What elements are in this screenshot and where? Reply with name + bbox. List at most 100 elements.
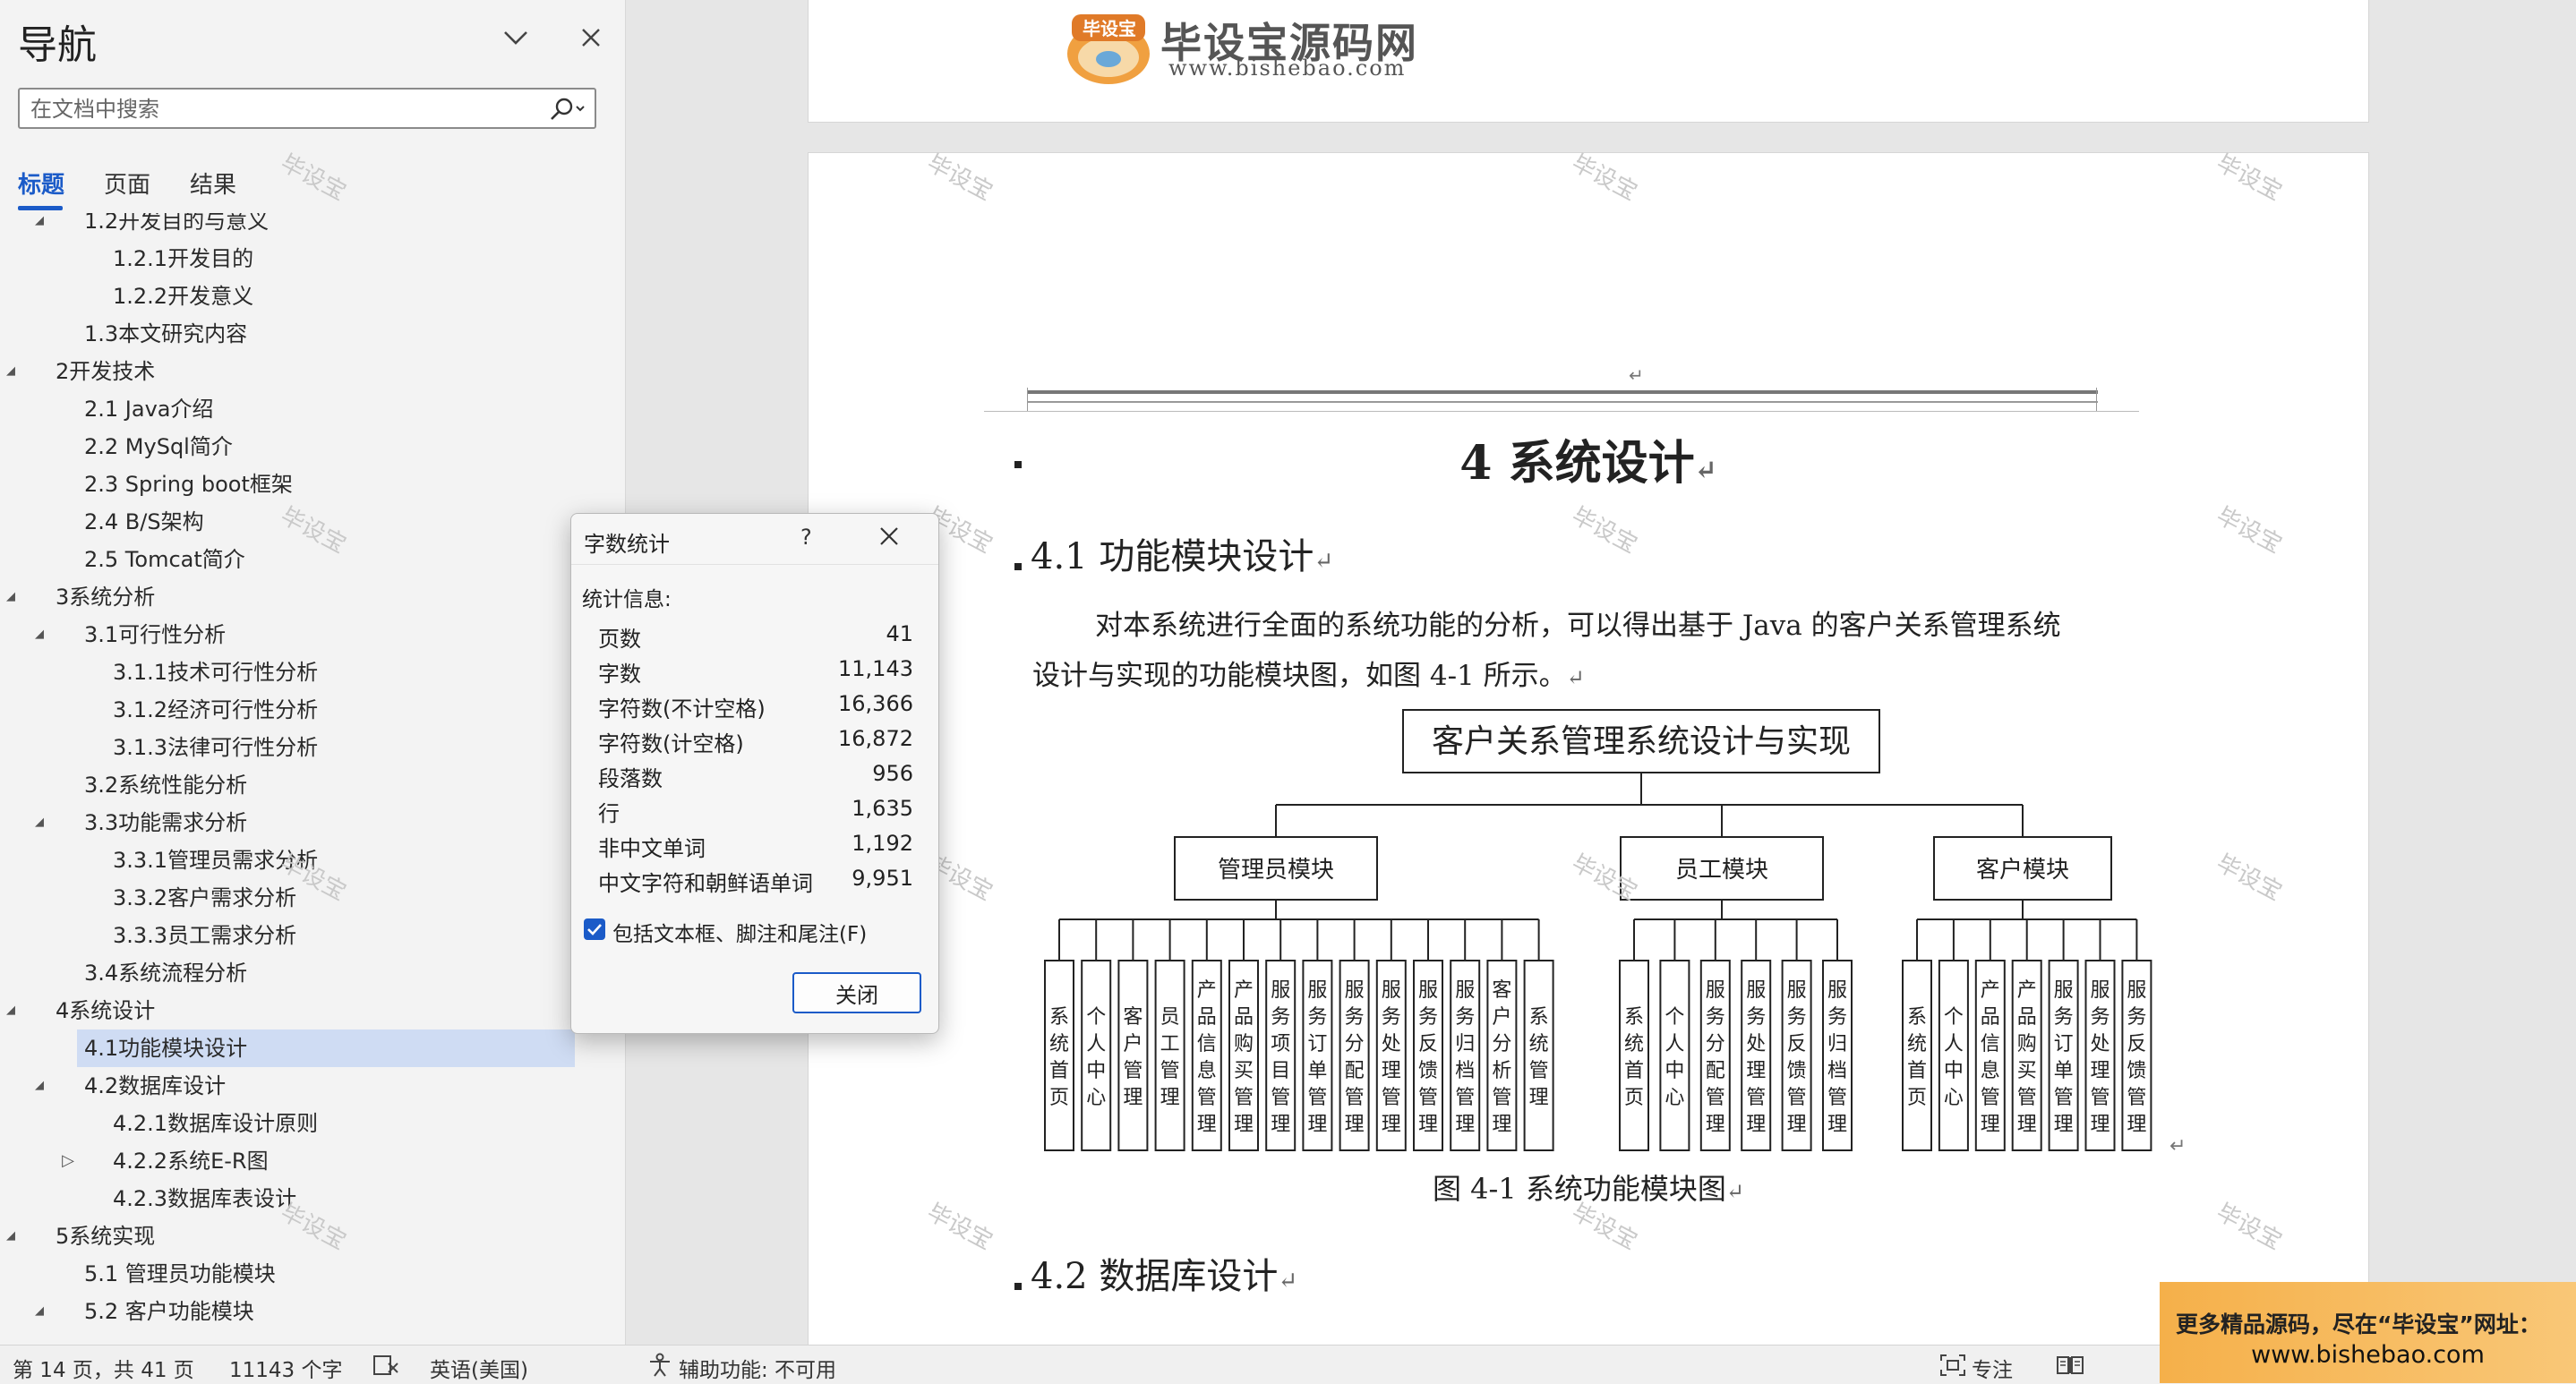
expand-triangle-icon[interactable]: ▷ <box>59 1142 77 1180</box>
previous-page: 毕设宝 毕设宝源码网 www.bishebao.com <box>808 0 2369 123</box>
tab-pages[interactable]: 页面 <box>104 167 150 200</box>
collapse-triangle-icon[interactable]: ◢ <box>2 353 20 390</box>
stat-value: 16,366 <box>838 691 913 716</box>
nav-heading-item[interactable]: ◢ 2开发技术 <box>0 353 625 390</box>
nav-heading-item[interactable]: ◢ 3.1可行性分析 <box>0 616 625 654</box>
nav-heading-label: 4.2.3数据库表设计 <box>113 1186 297 1211</box>
collapse-triangle-icon[interactable]: ◢ <box>30 616 48 654</box>
read-mode-icon[interactable] <box>2056 1354 2084 1377</box>
nav-heading-label: 2.2 MySql简介 <box>84 434 233 459</box>
stat-row: 字数 11,143 <box>598 656 913 690</box>
nav-heading-label: 4.2数据库设计 <box>84 1073 227 1098</box>
dialog-close-button[interactable]: 关闭 <box>792 972 921 1013</box>
include-textboxes-checkbox[interactable] <box>584 918 605 940</box>
nav-heading-item[interactable]: 5.1 管理员功能模块 <box>0 1255 625 1293</box>
collapse-triangle-icon[interactable]: ◢ <box>30 1067 48 1105</box>
nav-heading-label: 5.1 管理员功能模块 <box>84 1261 276 1286</box>
status-accessibility[interactable]: 辅助功能: 不可用 <box>679 1353 836 1383</box>
diagram-module-label: 管理员模块 <box>1218 857 1334 884</box>
stat-label: 中文字符和朝鲜语单词 <box>598 871 813 896</box>
logo-badge-text: 毕设宝 <box>1083 18 1136 39</box>
stat-row: 非中文单词 1,192 <box>598 831 913 865</box>
promo-banner[interactable]: 更多精品源码，尽在“毕设宝”网址： www.bishebao.com <box>2160 1282 2576 1383</box>
active-tab-indicator <box>18 206 63 210</box>
diagram-leaf-box <box>1154 960 1185 1151</box>
navigation-pane: 导航 标题 页面 结果 ◢ 1.2开发目的与意义 1.2.1开发目的 1.2.2开发意… <box>0 0 626 1345</box>
nav-heading-label: 3.1可行性分析 <box>84 622 227 647</box>
nav-heading-item[interactable]: 3.1.2经济可行性分析 <box>0 691 625 729</box>
tab-headings[interactable]: 标题 <box>18 167 64 200</box>
nav-heading-item[interactable]: 2.3 Spring boot框架 <box>0 466 625 503</box>
stat-row: 行 1,635 <box>598 796 913 830</box>
focus-icon[interactable] <box>1939 1354 1966 1377</box>
nav-heading-label: 2.3 Spring boot框架 <box>84 472 293 497</box>
heading-bullet <box>1014 1283 1022 1290</box>
nav-heading-label: 4.2.2系统E-R图 <box>113 1149 269 1174</box>
section-heading-4-2: 4.2 数据库设计↵ <box>1031 1247 1297 1299</box>
status-page-count[interactable]: 第 14 页，共 41 页 <box>13 1353 194 1383</box>
dialog-close-x-button[interactable] <box>877 525 904 551</box>
diagram-leaf-box <box>1523 960 1554 1151</box>
nav-heading-item[interactable]: ◢ 3.3功能需求分析 <box>0 804 625 842</box>
nav-heading-item[interactable]: 3.2系统性能分析 <box>0 766 625 804</box>
nav-heading-item[interactable]: 3.1.1技术可行性分析 <box>0 654 625 691</box>
nav-heading-item[interactable]: 2.2 MySql简介 <box>0 428 625 466</box>
nav-heading-label: 3.3功能需求分析 <box>84 810 248 835</box>
dialog-help-button[interactable]: ? <box>800 525 812 550</box>
nav-close-button[interactable] <box>573 20 609 56</box>
stat-row: 字符数(不计空格) 16,366 <box>598 691 913 725</box>
status-language[interactable]: 英语(美国) <box>430 1353 528 1383</box>
diagram-leaf-box <box>1044 960 1074 1151</box>
stat-value: 41 <box>886 621 913 646</box>
tab-results[interactable]: 结果 <box>190 167 236 200</box>
nav-heading-item[interactable]: 4.1功能模块设计 <box>77 1029 575 1067</box>
nav-heading-item[interactable]: 1.3本文研究内容 <box>0 315 625 353</box>
nav-heading-item[interactable]: ▷ 4.2.2系统E-R图 <box>0 1142 625 1180</box>
search-input[interactable] <box>29 93 543 125</box>
nav-heading-item[interactable]: 2.1 Java介绍 <box>0 390 625 428</box>
promo-line-1: 更多精品源码，尽在“毕设宝”网址： <box>2176 1311 2541 1337</box>
nav-heading-label: 3.1.2经济可行性分析 <box>113 697 319 722</box>
nav-heading-item[interactable]: ◢ 3系统分析 <box>0 578 625 616</box>
caption-return-mark: ↵ <box>1725 1179 1744 1204</box>
diagram-root-label: 客户关系管理系统设计与实现 <box>1432 723 1851 760</box>
nav-options-button[interactable] <box>498 20 534 56</box>
collapse-triangle-icon[interactable]: ◢ <box>2 992 20 1029</box>
nav-heading-label: 5.2 客户功能模块 <box>84 1299 254 1324</box>
nav-heading-label: 4.1功能模块设计 <box>84 1036 248 1061</box>
nav-heading-label: 5系统实现 <box>56 1224 156 1249</box>
dialog-title: 字数统计 <box>584 532 670 557</box>
nav-heading-item[interactable]: 1.2.1开发目的 <box>0 240 625 278</box>
nav-heading-label: 1.2.2开发意义 <box>113 284 254 309</box>
logo-url: www.bishebao.com <box>1168 56 1407 81</box>
stat-label: 非中文单词 <box>598 836 706 861</box>
stat-value: 11,143 <box>838 656 913 681</box>
nav-heading-label: 1.2开发目的与意义 <box>84 213 270 234</box>
search-icon[interactable] <box>546 95 586 124</box>
collapse-triangle-icon[interactable]: ◢ <box>2 578 20 616</box>
nav-heading-item[interactable]: 1.2.2开发意义 <box>0 278 625 315</box>
nav-heading-label: 2.1 Java介绍 <box>84 397 214 422</box>
stat-label: 字符数(不计空格) <box>598 696 766 722</box>
collapse-triangle-icon[interactable]: ◢ <box>30 1293 48 1330</box>
status-word-count[interactable]: 11143 个字 <box>229 1353 342 1383</box>
collapse-triangle-icon[interactable]: ◢ <box>30 804 48 842</box>
heading-tree: ◢ 1.2开发目的与意义 1.2.1开发目的 1.2.2开发意义 1.3本文研究内容 ◢ 2… <box>0 213 625 1345</box>
proofing-icon[interactable] <box>372 1354 399 1376</box>
nav-heading-label: 2.5 Tomcat简介 <box>84 547 245 572</box>
status-focus[interactable]: 专注 <box>1972 1353 2013 1383</box>
nav-heading-label: 3.1.3法律可行性分析 <box>113 735 319 760</box>
nav-heading-item[interactable]: ◢ 5.2 客户功能模块 <box>0 1293 625 1330</box>
collapse-triangle-icon[interactable]: ◢ <box>2 1217 20 1255</box>
collapse-triangle-icon[interactable]: ◢ <box>30 213 48 240</box>
nav-heading-item[interactable]: 3.3.3员工需求分析 <box>0 917 625 954</box>
nav-heading-label: 4.2.1数据库设计原则 <box>113 1111 319 1136</box>
nav-heading-item[interactable]: ◢ 4系统设计 <box>0 992 625 1029</box>
nav-heading-item[interactable]: ◢ 1.2开发目的与意义 <box>0 213 625 240</box>
nav-heading-label: 3.1.1技术可行性分析 <box>113 660 319 685</box>
nav-heading-item[interactable]: 3.1.3法律可行性分析 <box>0 729 625 766</box>
nav-heading-item[interactable]: ◢ 4.2数据库设计 <box>0 1067 625 1105</box>
accessibility-icon[interactable] <box>646 1353 673 1378</box>
nav-heading-item[interactable]: 4.2.1数据库设计原则 <box>0 1105 625 1142</box>
nav-heading-item[interactable]: 3.4系统流程分析 <box>0 954 625 992</box>
